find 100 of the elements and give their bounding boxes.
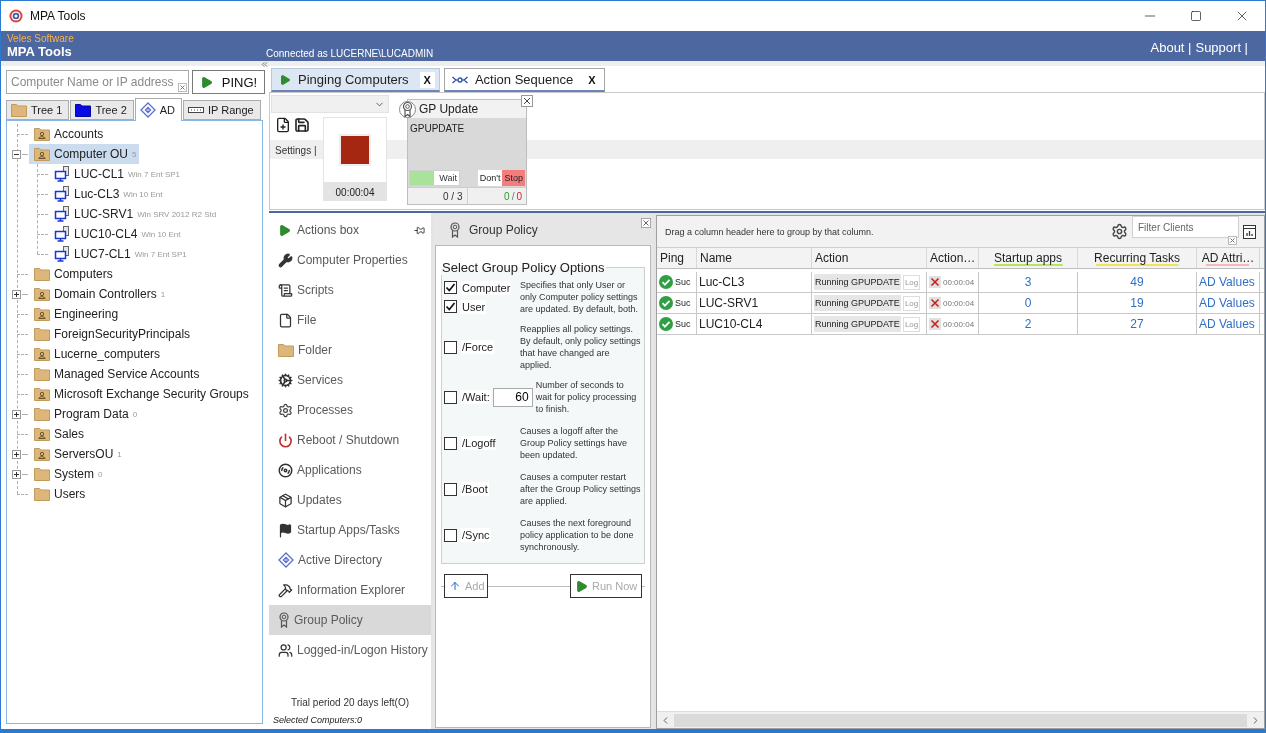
plus-box-icon[interactable] — [12, 449, 21, 459]
tree-item[interactable]: Luc-CL3 Win 10 Ent — [49, 184, 166, 204]
checkbox[interactable] — [444, 390, 457, 404]
option-description: Number of seconds to wait for policy processing to finish. — [534, 379, 638, 415]
tree-item-label: Sales — [54, 427, 85, 441]
tree-item[interactable]: Accounts — [29, 124, 107, 144]
ping-status: Suc — [675, 277, 691, 287]
checkbox[interactable] — [444, 281, 457, 294]
column-header[interactable]: Name — [697, 248, 812, 268]
values-link[interactable]: AD Values — [1199, 317, 1255, 331]
header-link[interactable]: About | — [1150, 39, 1192, 55]
column-header[interactable]: Ping — [657, 248, 697, 268]
status-label: Running GPUPDATE — [814, 274, 901, 290]
ping-button[interactable]: PING! — [192, 70, 265, 94]
collapse-icon[interactable] — [260, 60, 269, 69]
horizontal-scrollbar[interactable] — [657, 711, 1264, 728]
count-link[interactable]: 0 — [1024, 296, 1032, 310]
clear-icon[interactable] — [178, 83, 187, 92]
plus-box-icon[interactable] — [12, 289, 21, 299]
stop-button[interactable] — [323, 117, 387, 183]
maximize-icon[interactable] — [1190, 10, 1202, 22]
tab[interactable]: IP Range — [183, 100, 261, 120]
count-link[interactable]: 27 — [1130, 317, 1144, 331]
tree-item[interactable]: LUC7-CL1 Win 7 Ent SP1 — [49, 244, 190, 264]
new-file-icon[interactable] — [275, 117, 291, 133]
tab[interactable]: Action Sequence X — [443, 68, 605, 92]
tree-item[interactable]: System 0 — [29, 464, 106, 484]
close-button[interactable]: X — [584, 71, 600, 88]
checkbox[interactable] — [444, 482, 457, 496]
tree-item[interactable]: Computers — [29, 264, 116, 284]
save-icon[interactable] — [294, 117, 310, 133]
clear-icon[interactable] — [1228, 236, 1237, 245]
close-icon[interactable] — [641, 218, 651, 228]
checkbox[interactable] — [444, 300, 457, 313]
user-folder-icon — [34, 447, 50, 461]
tree-item[interactable]: LUC-SRV1 Win SRV 2012 R2 Std — [49, 204, 220, 224]
tab[interactable]: Tree 2 — [70, 100, 134, 120]
values-link[interactable]: AD Values — [1199, 275, 1255, 289]
tree-item[interactable]: Program Data 0 — [29, 404, 141, 424]
settings-label[interactable]: Settings | — [275, 145, 317, 156]
header-link[interactable]: Support | — [1195, 39, 1248, 55]
os-label: Win 7 Ent SP1 — [134, 249, 187, 259]
plus-box-icon[interactable] — [12, 409, 21, 419]
tree-item-label: Users — [54, 487, 86, 501]
number-field[interactable]: 60 — [492, 387, 533, 407]
action-item[interactable]: Group Policy — [269, 605, 431, 635]
checkbox[interactable] — [444, 528, 457, 542]
values-link[interactable]: AD Values — [1199, 296, 1255, 310]
option-toggle[interactable]: Don't — [477, 170, 503, 186]
filter-field[interactable]: Filter Clients — [1132, 216, 1239, 238]
cancel-icon[interactable] — [929, 297, 941, 309]
count-link[interactable]: 3 — [1024, 275, 1032, 289]
pin-icon[interactable] — [414, 224, 425, 236]
play-icon — [575, 579, 588, 593]
folder-icon — [75, 103, 92, 117]
wait-toggle[interactable]: Wait — [409, 170, 460, 186]
count-link[interactable]: 49 — [1130, 275, 1144, 289]
dropdown-field[interactable] — [271, 95, 389, 113]
tree-item[interactable]: Users — [29, 484, 89, 504]
trial-notice: Trial period 20 days left(O) — [290, 697, 410, 710]
plus-box-icon[interactable] — [12, 469, 21, 479]
search-field[interactable]: Computer Name or IP address — [6, 70, 189, 94]
count-link[interactable]: 2 — [1024, 317, 1032, 331]
tree-item[interactable]: LUC-CL1 Win 7 Ent SP1 — [49, 164, 184, 184]
checkbox[interactable] — [444, 436, 457, 450]
tree-item[interactable]: ForeignSecurityPrincipals — [29, 324, 194, 344]
disc-icon — [278, 462, 293, 478]
tree-item[interactable]: Engineering — [29, 304, 122, 324]
chart-icon[interactable] — [1243, 224, 1256, 239]
tree-item[interactable]: Computer OU 5 — [29, 144, 140, 164]
checkbox-label: /Force — [461, 340, 495, 354]
scroll-thumb[interactable] — [674, 713, 1247, 727]
ribbon-icon — [278, 612, 290, 628]
cancel-icon[interactable] — [929, 276, 941, 288]
tree-item[interactable]: Microsoft Exchange Security Groups — [29, 384, 252, 404]
tree-item-label: Engineering — [54, 307, 119, 321]
tree-item-label: ServersOU — [54, 447, 114, 461]
settings-icon[interactable] — [1111, 223, 1128, 240]
minus-box-icon[interactable] — [12, 149, 21, 159]
tree-item[interactable]: Sales — [29, 424, 88, 444]
option-toggle[interactable]: Stop — [502, 170, 525, 186]
tree-item-label: Microsoft Exchange Security Groups — [54, 387, 249, 401]
cancel-icon[interactable] — [929, 318, 941, 330]
group-hint: Drag a column header here to group by that column. — [665, 226, 874, 237]
close-icon[interactable] — [521, 95, 533, 107]
tree-item[interactable]: ServersOU 1 — [29, 444, 125, 464]
user-folder-icon — [34, 127, 50, 141]
close-button[interactable]: X — [419, 71, 435, 88]
checkbox[interactable] — [444, 340, 457, 354]
tab[interactable]: Pinging Computers X — [271, 68, 440, 92]
column-header[interactable]: Action — [812, 248, 927, 268]
user-folder-icon — [34, 347, 50, 361]
count-link[interactable]: 19 — [1130, 296, 1144, 310]
tab[interactable]: Tree 1 — [6, 100, 70, 120]
tree-item-label: Domain Controllers — [54, 287, 157, 301]
tab[interactable]: AD — [134, 98, 183, 121]
tree-item[interactable]: Managed Service Accounts — [29, 364, 203, 384]
tree-item[interactable]: LUC10-CL4 Win 10 Ent — [49, 224, 184, 244]
tree-item[interactable]: Domain Controllers 1 — [29, 284, 169, 304]
tree-item[interactable]: Lucerne_computers — [29, 344, 164, 364]
